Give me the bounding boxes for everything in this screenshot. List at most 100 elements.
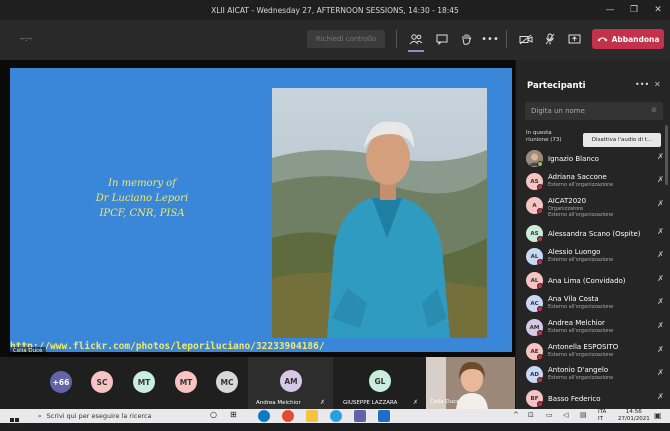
- participant-row[interactable]: AE Antonella ESPOSITO Esterno all'organizz…: [526, 341, 666, 363]
- participant-name: Alessio Luongo: [548, 248, 601, 256]
- presentation-slide: In memory of Dr Luciano Lepori IPCF, CNR…: [10, 68, 512, 352]
- mic-muted-icon: ✗: [657, 152, 664, 161]
- participant-row[interactable]: AS Adriana Saccone Esterno all'organizzazi…: [526, 171, 666, 193]
- task-view-icon[interactable]: ⊞: [230, 410, 237, 419]
- participant-name: AICAT2020: [548, 197, 587, 205]
- chat-icon[interactable]: [432, 30, 452, 48]
- maximize-button[interactable]: ❐: [622, 5, 646, 15]
- participant-name: Basso Federico: [548, 395, 601, 403]
- meeting-count-label[interactable]: In questa riunione (73): [526, 130, 566, 144]
- close-panel-icon[interactable]: ✕: [654, 80, 661, 89]
- meeting-toolbar: --:-- Richiedi controllo ••• Abbandona: [0, 20, 670, 60]
- participant-row[interactable]: A AICAT2020 Organizzatore Esterno all'organ…: [526, 195, 666, 218]
- participant-avatar[interactable]: MT: [133, 371, 155, 393]
- participants-panel: Partecipanti ••• ✕ Digita un nome ⊘ In q…: [515, 60, 670, 409]
- request-control-button[interactable]: Richiedi controllo: [307, 30, 385, 48]
- raise-hand-icon[interactable]: [456, 30, 476, 48]
- network-icon[interactable]: ⊡: [528, 411, 534, 419]
- participant-video-tile[interactable]: Celia Duce: [426, 357, 515, 409]
- tray-chevron-icon[interactable]: ^: [513, 411, 519, 419]
- windows-taskbar: ⌕ Scrivi qui per eseguire la ricerca ○ ⊞…: [0, 409, 670, 427]
- battery-icon[interactable]: ▭: [546, 411, 553, 419]
- presence-status-icon: [537, 401, 543, 407]
- participants-icon[interactable]: [406, 30, 426, 48]
- presence-status-icon: [537, 330, 543, 336]
- chrome-icon[interactable]: [282, 410, 294, 422]
- skype-icon[interactable]: [330, 410, 342, 422]
- participant-tile[interactable]: AM Andrea Melchior ✗: [248, 357, 333, 409]
- presence-status-icon: [537, 259, 543, 265]
- presence-status-icon: [537, 208, 543, 214]
- file-explorer-icon[interactable]: [306, 410, 318, 422]
- teams-icon[interactable]: [354, 410, 366, 422]
- toolbar-divider: [396, 30, 397, 48]
- mic-muted-icon: ✗: [320, 399, 326, 406]
- edge-icon[interactable]: [258, 410, 270, 422]
- participant-name: GIUSEPPE LAZZARA: [343, 400, 398, 406]
- toolbar-divider: [506, 30, 507, 48]
- participant-avatar[interactable]: MC: [216, 371, 238, 393]
- participant-row[interactable]: AL Ana Lima (Convidado) ✗: [526, 270, 666, 292]
- mic-off-icon[interactable]: [540, 30, 560, 48]
- mic-muted-icon: ✗: [657, 175, 664, 184]
- share-screen-icon[interactable]: [564, 30, 584, 48]
- mic-muted-icon: ✗: [657, 345, 664, 354]
- meeting-timer: --:--: [20, 35, 33, 43]
- clock[interactable]: 14:56 27/01/2021: [618, 409, 650, 423]
- more-participants-badge[interactable]: +66: [50, 371, 72, 393]
- participant-subtitle: Esterno all'organizzazione: [548, 257, 614, 263]
- more-options-icon[interactable]: •••: [480, 30, 500, 48]
- volume-icon[interactable]: ◁: [563, 411, 568, 419]
- cortana-icon[interactable]: ○: [210, 410, 217, 419]
- participant-subtitle: Esterno all'organizzazione: [548, 328, 614, 334]
- participant-search-input[interactable]: Digita un nome ⊘: [525, 102, 663, 120]
- presenter-tag: Celia Duce: [10, 347, 46, 355]
- participant-row[interactable]: BF Basso Federico ✗: [526, 388, 666, 410]
- share-link-icon[interactable]: ⊘: [651, 106, 657, 114]
- panel-more-icon[interactable]: •••: [635, 80, 649, 89]
- participant-tile[interactable]: GL GIUSEPPE LAZZARA ✗: [337, 357, 422, 409]
- mic-muted-icon: ✗: [657, 199, 664, 208]
- outlook-icon[interactable]: [378, 410, 390, 422]
- clock-time: 14:56: [625, 409, 642, 415]
- leave-button[interactable]: Abbandona: [592, 29, 664, 49]
- keyboard-icon[interactable]: ▤: [580, 411, 587, 419]
- active-tab-indicator: [408, 50, 424, 52]
- presence-status-icon: [537, 283, 543, 289]
- camera-off-icon[interactable]: [516, 30, 536, 48]
- participant-row[interactable]: AS Alessandra Scano (Ospite) ✗: [526, 223, 666, 245]
- mute-all-button[interactable]: Disattiva l'audio di t...: [583, 133, 661, 147]
- participant-avatar[interactable]: SC: [91, 371, 113, 393]
- taskbar-search[interactable]: ⌕ Scrivi qui per eseguire la ricerca: [34, 409, 194, 423]
- participant-subtitle: Esterno all'organizzazione: [548, 375, 614, 381]
- close-button[interactable]: ✕: [646, 5, 670, 15]
- mic-muted-icon: ✗: [413, 399, 419, 406]
- participant-row[interactable]: Ignazio Blanco ✗: [526, 148, 666, 170]
- participant-name: Celia Duce: [430, 399, 460, 405]
- participant-avatar[interactable]: MT: [175, 371, 197, 393]
- window-titlebar: XLII AICAT - Wednesday 27, AFTERNOON SES…: [0, 0, 670, 20]
- search-icon: ⌕: [38, 411, 42, 420]
- participant-row[interactable]: AD Antonio D'angelo Esterno all'organizzaz…: [526, 364, 666, 386]
- presence-status-icon: [537, 377, 543, 383]
- memorial-line: Dr Luciano Lepori: [95, 193, 189, 204]
- participant-subtitle: Esterno all'organizzazione: [548, 212, 614, 218]
- windows-start-icon[interactable]: [10, 412, 19, 431]
- clock-date: 27/01/2021: [618, 416, 650, 422]
- shared-screen-stage: In memory of Dr Luciano Lepori IPCF, CNR…: [0, 60, 515, 357]
- presence-status-icon: [537, 184, 543, 190]
- participant-name: Antonio D'angelo: [548, 366, 609, 374]
- participant-row[interactable]: AL Alessio Luongo Esterno all'organizzazio…: [526, 246, 666, 268]
- minimize-button[interactable]: —: [598, 5, 622, 15]
- participant-row[interactable]: AM Andrea Melchior Esterno all'organizzazi…: [526, 317, 666, 339]
- window-controls: — ❐ ✕: [598, 0, 670, 20]
- leave-label: Abbandona: [611, 34, 660, 44]
- participant-name: Alessandra Scano (Ospite): [548, 230, 641, 238]
- input-language[interactable]: ITA IT: [598, 409, 606, 423]
- participant-name: Ana Vila Costa: [548, 295, 599, 303]
- mic-muted-icon: ✗: [657, 274, 664, 283]
- participant-row[interactable]: AC Ana Vila Costa Esterno all'organizzazio…: [526, 293, 666, 315]
- mic-muted-icon: ✗: [657, 297, 664, 306]
- notifications-icon[interactable]: ▣: [654, 411, 662, 420]
- window-title: XLII AICAT - Wednesday 27, AFTERNOON SES…: [211, 5, 459, 15]
